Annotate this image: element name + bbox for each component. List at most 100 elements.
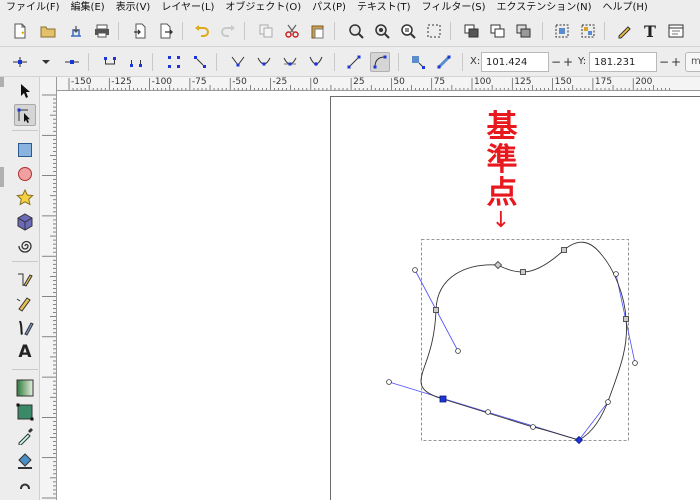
to-line-button[interactable] xyxy=(344,52,364,72)
y-coordinate-input[interactable] xyxy=(589,52,657,72)
xml-editor-button[interactable] xyxy=(666,21,686,41)
group-button[interactable] xyxy=(552,21,572,41)
cut-button[interactable] xyxy=(282,21,302,41)
handle-endpoint[interactable] xyxy=(455,348,461,354)
handle-endpoint[interactable] xyxy=(605,399,611,405)
selected-corner-node[interactable] xyxy=(574,435,584,445)
mesh-icon xyxy=(16,403,34,421)
unlink-clone-button[interactable] xyxy=(514,21,534,41)
zoom-page-button[interactable] xyxy=(398,21,418,41)
menu-extensions[interactable]: エクステンション(N) xyxy=(491,0,597,16)
spiral-tool[interactable] xyxy=(14,235,36,257)
selector-tool[interactable] xyxy=(14,80,36,102)
path-node[interactable] xyxy=(623,316,629,322)
menu-view[interactable]: 表示(V) xyxy=(110,0,156,16)
unit-select[interactable]: m xyxy=(685,52,700,72)
pen-tool[interactable] xyxy=(14,293,36,315)
copy-button[interactable] xyxy=(256,21,276,41)
ungroup-button[interactable] xyxy=(578,21,598,41)
vertical-ruler[interactable] xyxy=(40,77,57,500)
join-segment-button[interactable] xyxy=(164,52,184,72)
auto-smooth-node-button[interactable] xyxy=(306,52,326,72)
stroke-to-path-button[interactable] xyxy=(434,52,454,72)
x-decrement-button[interactable]: − xyxy=(551,52,561,72)
paint-bucket-tool[interactable] xyxy=(14,449,36,471)
pencil-tool[interactable] xyxy=(14,269,36,291)
handle-endpoint[interactable] xyxy=(386,379,392,385)
insert-node-button[interactable] xyxy=(10,52,30,72)
join-nodes-button[interactable] xyxy=(100,52,120,72)
menu-object[interactable]: オブジェクト(O) xyxy=(219,0,306,16)
menu-layer[interactable]: レイヤー(L) xyxy=(155,0,219,16)
y-increment-button[interactable]: + xyxy=(671,52,681,72)
y-decrement-button[interactable]: − xyxy=(659,52,669,72)
menu-path[interactable]: パス(P) xyxy=(306,0,351,16)
handle-endpoint[interactable] xyxy=(632,360,638,366)
duplicate-button[interactable] xyxy=(462,21,482,41)
path-node[interactable] xyxy=(520,269,526,275)
handle-lines xyxy=(388,269,636,441)
export-button[interactable] xyxy=(156,21,176,41)
arrow-pointer-icon xyxy=(21,84,30,98)
symmetric-node-button[interactable] xyxy=(280,52,300,72)
3d-box-tool[interactable] xyxy=(14,211,36,233)
zoom-selection-button[interactable] xyxy=(346,21,366,41)
menu-edit[interactable]: 編集(E) xyxy=(65,0,110,16)
cusp-node-button[interactable] xyxy=(228,52,248,72)
drawing-canvas[interactable]: 基 準 点 ↓ xyxy=(57,91,700,500)
smooth-node-button[interactable] xyxy=(254,52,274,72)
selected-path-node[interactable] xyxy=(439,395,447,403)
import-button[interactable] xyxy=(130,21,150,41)
delete-node-button[interactable] xyxy=(62,52,82,72)
object-to-path-button[interactable] xyxy=(408,52,428,72)
mesh-tool[interactable] xyxy=(14,401,36,423)
insert-node-menu-button[interactable] xyxy=(36,52,56,72)
print-button[interactable] xyxy=(92,21,112,41)
delete-segment-button[interactable] xyxy=(190,52,210,72)
ellipse-tool[interactable] xyxy=(14,163,36,185)
dropper-tool[interactable] xyxy=(14,425,36,447)
import-icon xyxy=(134,23,146,39)
reference-node[interactable] xyxy=(493,260,503,270)
x-increment-button[interactable]: + xyxy=(563,52,573,72)
ruler-label: 25 xyxy=(353,77,365,87)
rectangle-tool[interactable] xyxy=(14,139,36,161)
calligraphy-tool[interactable] xyxy=(14,317,36,339)
to-curve-button[interactable] xyxy=(370,52,390,72)
tweak-tool[interactable] xyxy=(14,475,36,497)
paste-button[interactable] xyxy=(308,21,328,41)
segment-curve-icon xyxy=(373,55,387,69)
menu-file[interactable]: ファイル(F) xyxy=(0,0,65,16)
menu-help[interactable]: ヘルプ(H) xyxy=(597,0,653,16)
zoom-page-width-button[interactable] xyxy=(424,21,444,41)
x-coordinate-input[interactable] xyxy=(481,52,549,72)
text-font-button[interactable]: T xyxy=(640,21,660,41)
star-tool[interactable] xyxy=(14,187,36,209)
break-path-button[interactable] xyxy=(126,52,146,72)
handle-endpoint[interactable] xyxy=(530,424,536,430)
redo-button[interactable] xyxy=(218,21,238,41)
zoom-drawing-button[interactable] xyxy=(372,21,392,41)
gradient-tool[interactable] xyxy=(14,377,36,399)
menu-text[interactable]: テキスト(T) xyxy=(351,0,416,16)
menu-filters[interactable]: フィルター(S) xyxy=(416,0,491,16)
open-button[interactable] xyxy=(38,21,58,41)
horizontal-ruler[interactable]: -150 -125 -100 -75 -50 -25 0 25 50 75 100 125 150 175… xyxy=(57,77,700,91)
new-document-button[interactable] xyxy=(10,21,30,41)
duplicate-icon xyxy=(464,24,479,38)
group-icon xyxy=(555,24,569,38)
ruler-label: 150 xyxy=(554,77,572,87)
undo-button[interactable] xyxy=(192,21,212,41)
handle-endpoint[interactable] xyxy=(613,271,619,277)
xml-editor-icon xyxy=(668,24,684,38)
handle-endpoint[interactable] xyxy=(485,409,491,415)
menu-bar: ファイル(F) 編集(E) 表示(V) レイヤー(L) オブジェクト(O) パス… xyxy=(0,0,700,16)
save-button[interactable] xyxy=(66,21,86,41)
clone-button[interactable] xyxy=(488,21,508,41)
handle-endpoint[interactable] xyxy=(412,267,418,273)
path-node[interactable] xyxy=(433,307,439,313)
text-tool[interactable]: A xyxy=(14,341,36,363)
path-node[interactable] xyxy=(561,247,567,253)
node-tool[interactable] xyxy=(14,104,36,126)
fill-stroke-button[interactable] xyxy=(614,21,634,41)
